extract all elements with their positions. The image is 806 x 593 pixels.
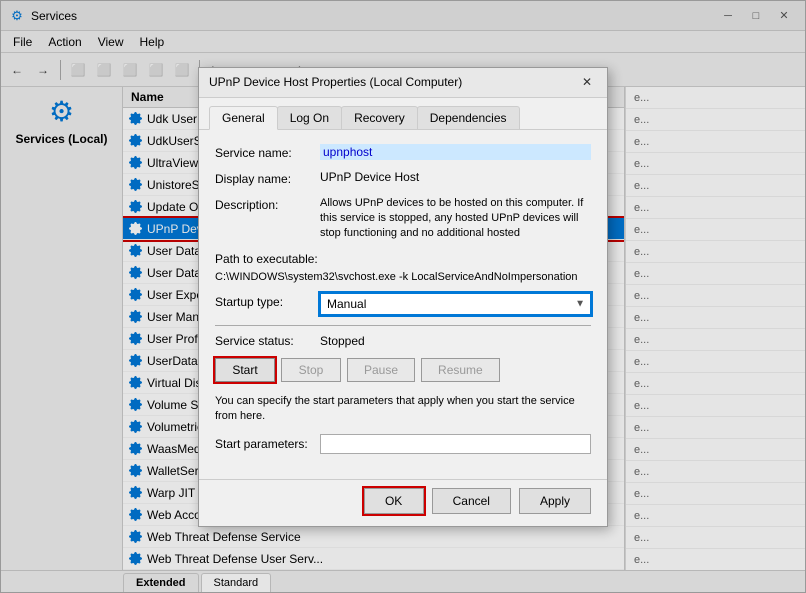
separator (215, 325, 591, 326)
description-label: Description: (215, 196, 320, 212)
main-window: ⚙ Services ─ □ ✕ File Action View Help ←… (0, 0, 806, 593)
ok-button[interactable]: OK (364, 488, 424, 514)
properties-dialog: UPnP Device Host Properties (Local Compu… (198, 67, 608, 527)
apply-button[interactable]: Apply (519, 488, 591, 514)
description-row: Description: Allows UPnP devices to be h… (215, 196, 591, 242)
dialog-tabs: General Log On Recovery Dependencies (199, 98, 607, 130)
display-name-value: UPnP Device Host (320, 170, 591, 184)
action-buttons: Start Stop Pause Resume (215, 358, 591, 382)
startup-type-select[interactable]: Automatic Automatic (Delayed Start) Manu… (320, 293, 591, 315)
dialog-title-bar: UPnP Device Host Properties (Local Compu… (199, 68, 607, 98)
params-input[interactable] (320, 434, 591, 454)
service-name-value: upnphost (320, 144, 591, 160)
service-status-label: Service status: (215, 334, 320, 348)
description-value: Allows UPnP devices to be hosted on this… (320, 196, 591, 242)
startup-type-select-wrapper: Automatic Automatic (Delayed Start) Manu… (320, 293, 591, 315)
resume-button[interactable]: Resume (421, 358, 500, 382)
dialog-tab-general[interactable]: General (209, 106, 278, 130)
dialog-tab-dependencies[interactable]: Dependencies (417, 106, 520, 130)
params-label: Start parameters: (215, 437, 320, 451)
dialog-close-button[interactable]: ✕ (577, 73, 597, 91)
startup-type-label: Startup type: (215, 293, 320, 309)
start-button[interactable]: Start (215, 358, 275, 382)
path-value: C:\WINDOWS\system32\svchost.exe -k Local… (215, 271, 591, 283)
display-name-row: Display name: UPnP Device Host (215, 170, 591, 186)
service-status-row: Service status: Stopped (215, 334, 591, 348)
dialog-tab-recovery[interactable]: Recovery (341, 106, 418, 130)
display-name-label: Display name: (215, 170, 320, 186)
service-name-row: Service name: upnphost (215, 144, 591, 160)
dialog-overlay: UPnP Device Host Properties (Local Compu… (1, 1, 805, 592)
help-text: You can specify the start parameters tha… (215, 394, 591, 425)
startup-type-row: Startup type: Automatic Automatic (Delay… (215, 293, 591, 315)
dialog-footer: OK Cancel Apply (199, 479, 607, 526)
service-status-value: Stopped (320, 334, 365, 348)
path-label: Path to executable: (215, 252, 591, 266)
pause-button[interactable]: Pause (347, 358, 415, 382)
cancel-button[interactable]: Cancel (432, 488, 511, 514)
dialog-title: UPnP Device Host Properties (Local Compu… (209, 75, 577, 89)
service-name-label: Service name: (215, 144, 320, 160)
path-section: Path to executable: C:\WINDOWS\system32\… (215, 252, 591, 283)
dialog-tab-logon[interactable]: Log On (277, 106, 342, 130)
params-row: Start parameters: (215, 434, 591, 454)
stop-button[interactable]: Stop (281, 358, 341, 382)
dialog-content: Service name: upnphost Display name: UPn… (199, 129, 607, 479)
